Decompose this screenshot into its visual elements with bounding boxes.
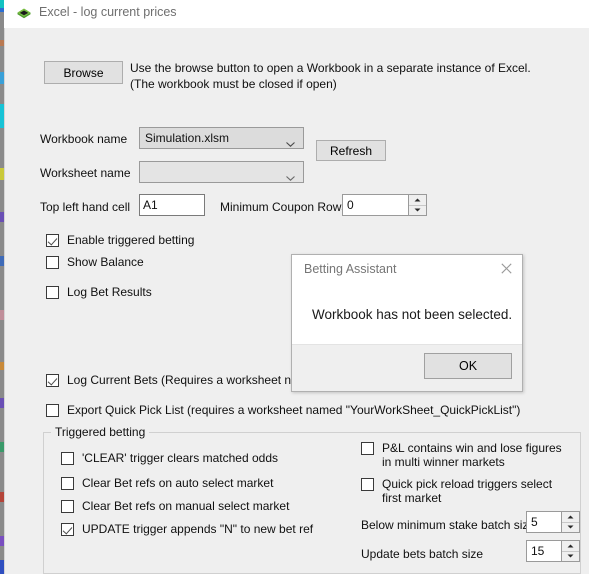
top-left-cell-input[interactable]: A1: [139, 194, 205, 216]
update-bets-batch-label: Update bets batch size: [361, 547, 484, 561]
checkbox-box[interactable]: [61, 500, 74, 513]
dialog-message: Workbook has not been selected.: [312, 307, 513, 322]
checkbox-pl-contains-win-lose[interactable]: P&L contains win and lose figures in mul…: [361, 441, 571, 469]
workbook-name-combo[interactable]: Simulation.xlsm: [139, 127, 304, 149]
checkbox-label: Clear Bet refs on manual select market: [82, 499, 290, 513]
spinner-up-icon[interactable]: [409, 195, 426, 206]
checkbox-clear-bet-refs-auto-select[interactable]: Clear Bet refs on auto select market: [61, 476, 273, 490]
checkbox-show-balance[interactable]: Show Balance: [46, 255, 144, 269]
minimum-coupon-rows-spinner[interactable]: 0: [342, 194, 427, 216]
update-bets-batch-spinner[interactable]: 15: [526, 540, 580, 562]
checkbox-log-bet-results[interactable]: Log Bet Results: [46, 285, 152, 299]
checkbox-box[interactable]: [46, 256, 59, 269]
checkbox-quick-pick-reload[interactable]: Quick pick reload triggers select first …: [361, 477, 571, 505]
dialog-title: Betting Assistant: [304, 262, 397, 276]
ok-button[interactable]: OK: [424, 353, 512, 379]
spinner-down-icon[interactable]: [562, 552, 579, 562]
checkbox-enable-triggered-betting[interactable]: Enable triggered betting: [46, 233, 194, 247]
browse-description-line1: Use the browse button to open a Workbook…: [130, 61, 531, 75]
close-icon[interactable]: [492, 257, 520, 279]
spinner-buttons[interactable]: [561, 512, 579, 532]
checkbox-export-quick-pick-list[interactable]: Export Quick Pick List (requires a works…: [46, 403, 520, 417]
checkbox-label: P&L contains win and lose figures in mul…: [382, 441, 562, 469]
dialog-footer: OK: [292, 344, 522, 391]
update-bets-batch-value: 15: [531, 544, 545, 558]
checkbox-label: Enable triggered betting: [67, 233, 195, 247]
minimum-coupon-rows-value: 0: [347, 198, 354, 212]
checkbox-label: UPDATE trigger appends "N" to new bet re…: [82, 522, 314, 536]
chevron-down-icon: [286, 170, 295, 181]
checkbox-box[interactable]: [361, 442, 374, 455]
checkbox-label: Export Quick Pick List (requires a works…: [67, 403, 521, 417]
below-minimum-stake-batch-value: 5: [531, 515, 538, 529]
checkbox-box[interactable]: [61, 477, 74, 490]
spinner-up-icon[interactable]: [562, 512, 579, 523]
window-titlebar: Excel - log current prices: [4, 0, 589, 29]
excel-diamond-icon: [16, 6, 32, 22]
betting-assistant-dialog: Betting Assistant Workbook has not been …: [291, 254, 523, 392]
checkbox-box[interactable]: [61, 523, 74, 536]
worksheet-name-combo[interactable]: [139, 161, 304, 183]
browse-description-line2: (The workbook must be closed if open): [130, 77, 337, 91]
checkbox-label: 'CLEAR' trigger clears matched odds: [82, 451, 279, 465]
checkbox-label: Clear Bet refs on auto select market: [82, 476, 274, 490]
window-title: Excel - log current prices: [39, 5, 177, 19]
spinner-down-icon[interactable]: [409, 206, 426, 216]
worksheet-name-label: Worksheet name: [40, 166, 131, 180]
checkbox-label: Show Balance: [67, 255, 144, 269]
checkbox-clear-bet-refs-manual-select[interactable]: Clear Bet refs on manual select market: [61, 499, 289, 513]
triggered-betting-group-label: Triggered betting: [51, 425, 150, 439]
chevron-down-icon: [286, 136, 295, 147]
refresh-button[interactable]: Refresh: [316, 140, 386, 161]
workbook-name-label: Workbook name: [40, 132, 128, 146]
checkbox-label: Log Bet Results: [67, 285, 152, 299]
spinner-up-icon[interactable]: [562, 541, 579, 552]
checkbox-box[interactable]: [361, 478, 374, 491]
browse-button[interactable]: Browse: [44, 61, 123, 84]
below-minimum-stake-batch-spinner[interactable]: 5: [526, 511, 580, 533]
below-minimum-stake-batch-label: Below minimum stake batch size: [361, 518, 536, 532]
checkbox-label: Quick pick reload triggers select first …: [382, 477, 553, 505]
spinner-buttons[interactable]: [408, 195, 426, 215]
checkbox-box[interactable]: [46, 404, 59, 417]
checkbox-box[interactable]: [46, 234, 59, 247]
minimum-coupon-rows-label: Minimum Coupon Rows: [220, 200, 348, 214]
top-left-cell-label: Top left hand cell: [40, 200, 131, 214]
checkbox-box[interactable]: [61, 452, 74, 465]
spinner-down-icon[interactable]: [562, 523, 579, 533]
workbook-name-value: Simulation.xlsm: [145, 131, 230, 145]
checkbox-box[interactable]: [46, 374, 59, 387]
spinner-buttons[interactable]: [561, 541, 579, 561]
checkbox-box[interactable]: [46, 286, 59, 299]
checkbox-clear-trigger-clears-matched-odds[interactable]: 'CLEAR' trigger clears matched odds: [61, 451, 278, 465]
checkbox-update-trigger-appends-n[interactable]: UPDATE trigger appends "N" to new bet re…: [61, 522, 313, 536]
